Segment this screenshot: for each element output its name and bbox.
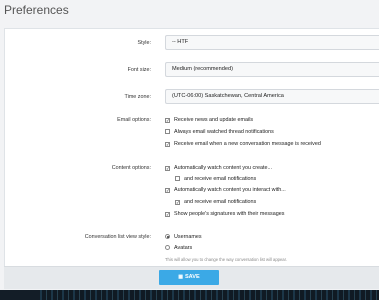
checkbox-icon[interactable]	[175, 176, 180, 181]
style-select[interactable]: -- HTF	[165, 35, 379, 50]
email-option-watched[interactable]: Always email watched thread notification…	[165, 129, 274, 136]
save-icon: ▦	[178, 274, 183, 280]
save-button[interactable]: ▦ SAVE	[159, 270, 219, 285]
time-zone-label: Time zone:	[124, 94, 151, 100]
background-pattern	[40, 290, 379, 300]
radio-icon[interactable]	[165, 245, 170, 250]
checkbox-checked-icon[interactable]: ✓	[165, 212, 170, 217]
email-option-conversation[interactable]: ✓ Receive email when a new conversation m…	[165, 141, 321, 148]
content-option-create-email[interactable]: and receive email notifications	[175, 176, 256, 183]
checkbox-checked-icon[interactable]: ✓	[175, 200, 180, 205]
radio-selected-icon[interactable]	[165, 234, 170, 239]
email-option-news[interactable]: ✓ Receive news and update emails	[165, 117, 253, 124]
content-option-interact-email-label: and receive email notifications	[184, 199, 257, 205]
page-title: Preferences	[4, 3, 69, 17]
time-zone-select[interactable]: (UTC-06:00) Saskatchewan, Central Americ…	[165, 89, 379, 104]
content-option-watch-create[interactable]: ✓ Automatically watch content you create.…	[165, 165, 272, 172]
email-option-news-label: Receive news and update emails	[174, 117, 254, 123]
conversation-list-hint: This will allow you to change the way co…	[165, 257, 287, 262]
content-option-watch-interact-label: Automatically watch content you interact…	[174, 187, 286, 193]
conversation-list-avatars[interactable]: Avatars	[165, 245, 192, 252]
content-option-signatures[interactable]: ✓ Show people's signatures with their mes…	[165, 211, 284, 218]
preferences-panel: Preferences Style: -- HTF Font size: Med…	[0, 0, 379, 290]
checkbox-checked-icon[interactable]: ✓	[165, 118, 170, 123]
content-option-signatures-label: Show people's signatures with their mess…	[174, 211, 285, 217]
content-option-watch-interact[interactable]: ✓ Automatically watch content you interac…	[165, 187, 286, 194]
checkbox-checked-icon[interactable]: ✓	[165, 142, 170, 147]
conversation-list-label: Conversation list view style:	[84, 234, 151, 240]
background-image	[0, 290, 379, 300]
content-options-label: Content options:	[111, 165, 151, 171]
email-option-watched-label: Always email watched thread notification…	[174, 129, 274, 135]
content-option-create-email-label: and receive email notifications	[184, 176, 257, 182]
font-size-label: Font size:	[127, 67, 151, 73]
content-option-watch-create-label: Automatically watch content you create..…	[174, 165, 272, 171]
save-button-label: SAVE	[184, 274, 200, 280]
email-option-conversation-label: Receive email when a new conversation me…	[174, 141, 321, 147]
content-option-interact-email[interactable]: ✓ and receive email notifications	[175, 199, 256, 206]
email-options-label: Email options:	[117, 117, 151, 123]
checkbox-checked-icon[interactable]: ✓	[165, 188, 170, 193]
checkbox-icon[interactable]	[165, 129, 170, 134]
preferences-form: Style: -- HTF Font size: Medium (recomme…	[4, 28, 379, 267]
conversation-list-avatars-label: Avatars	[174, 245, 193, 251]
conversation-list-usernames-label: Usernames	[174, 234, 202, 240]
style-label: Style:	[137, 40, 151, 46]
conversation-list-usernames[interactable]: Usernames	[165, 234, 202, 241]
checkbox-checked-icon[interactable]: ✓	[165, 166, 170, 171]
font-size-select[interactable]: Medium (recommended)	[165, 62, 379, 77]
